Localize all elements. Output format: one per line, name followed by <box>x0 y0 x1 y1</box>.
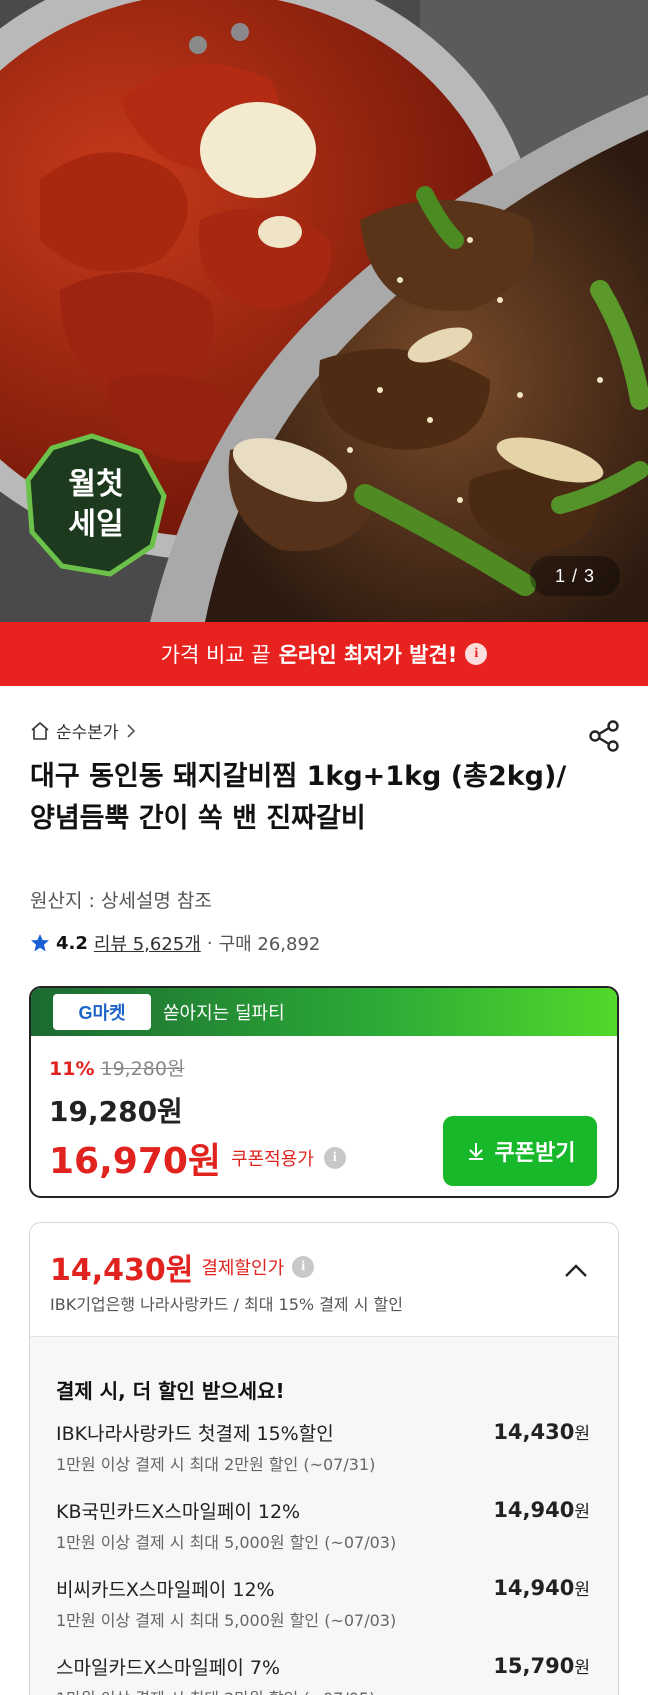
original-price: 19,280원 <box>100 1058 185 1080</box>
breadcrumb[interactable]: 순수본가 <box>30 718 137 743</box>
payment-card-info: IBK기업은행 나라사랑카드 / 최대 15% 결제 시 할인 <box>50 1295 403 1314</box>
home-icon <box>31 721 49 740</box>
payment-discount-price: 14,430원 <box>50 1253 194 1288</box>
offer-amount: 14,940원 <box>493 1575 590 1600</box>
payment-offer-list: 결제 시, 더 할인 받으세요! IBK나라사랑카드 첫결제 15%할인 1만원… <box>30 1337 618 1695</box>
gmarket-logo: G마켓 <box>53 994 151 1030</box>
payment-summary[interactable]: 14,430원 결제할인가 i IBK기업은행 나라사랑카드 / 최대 15% … <box>30 1223 618 1337</box>
payment-discount-card: 14,430원 결제할인가 i IBK기업은행 나라사랑카드 / 최대 15% … <box>29 1222 619 1695</box>
get-coupon-label: 쿠폰받기 <box>494 1140 576 1165</box>
star-icon <box>31 934 49 952</box>
offer-name: IBK나라사랑카드 첫결제 15%할인 <box>56 1423 334 1445</box>
discount-row: 11% 19,280원 <box>49 1054 184 1081</box>
payment-offer-item[interactable]: 비씨카드X스마일페이 12% 1만원 이상 결제 시 최대 5,000원 할인 … <box>56 1575 590 1645</box>
discount-rate: 11% <box>49 1058 95 1080</box>
offer-amount-value: 14,940 <box>493 1498 575 1522</box>
product-photo: 월첫 세일 <box>0 0 648 622</box>
sale-badge-line2: 세일 <box>68 507 123 542</box>
offer-amount: 14,430원 <box>493 1419 590 1444</box>
coupon-price-row: 16,970원 쿠폰적용가 i <box>49 1132 346 1184</box>
offer-amount-unit: 원 <box>574 1580 590 1600</box>
payment-offer-item[interactable]: KB국민카드X스마일페이 12% 1만원 이상 결제 시 최대 5,000원 할… <box>56 1497 590 1567</box>
offer-amount: 14,940원 <box>493 1497 590 1522</box>
deal-body: 11% 19,280원 19,280원 16,970원 쿠폰적용가 i 쿠폰받기 <box>31 1036 617 1196</box>
review-count-link[interactable]: 리뷰 5,625개 <box>94 930 201 956</box>
offer-name: KB국민카드X스마일페이 12% <box>56 1501 301 1523</box>
chevron-right-icon <box>126 723 135 738</box>
payment-discount-label: 결제할인가 <box>201 1258 285 1279</box>
payment-price-row: 14,430원 결제할인가 i <box>50 1245 315 1289</box>
info-icon[interactable]: i <box>465 643 488 665</box>
download-icon <box>468 1143 483 1160</box>
chevron-up-icon[interactable] <box>558 1253 594 1289</box>
product-image-carousel[interactable]: 월첫 세일 1 / 3 <box>0 0 648 622</box>
breadcrumb-store: 순수본가 <box>56 723 119 743</box>
payment-offer-title: 결제 시, 더 할인 받으세요! <box>56 1379 285 1403</box>
offer-condition: 1만원 이상 결제 시 최대 2만원 할인 (~07/31) <box>56 1455 376 1474</box>
banner-text: 가격 비교 끝 <box>160 643 271 667</box>
offer-name: 비씨카드X스마일페이 12% <box>56 1579 275 1601</box>
offer-amount-value: 15,790 <box>493 1654 575 1678</box>
offer-condition: 1만원 이상 결제 시 최대 2만원 할인 (~07/05) <box>56 1685 375 1695</box>
deal-header: G마켓 쏟아지는 딜파티 <box>31 988 617 1036</box>
image-page-indicator: 1 / 3 <box>530 556 620 596</box>
purchase-count: 구매 26,892 <box>218 934 321 955</box>
coupon-price: 16,970원 <box>49 1141 222 1182</box>
rating-row: 4.2 리뷰 5,625개 · 구매 26,892 <box>30 930 320 956</box>
offer-amount-unit: 원 <box>574 1502 590 1522</box>
payment-offer-item[interactable]: IBK나라사랑카드 첫결제 15%할인 1만원 이상 결제 시 최대 2만원 할… <box>56 1419 590 1489</box>
lowest-price-banner[interactable]: 가격 비교 끝 온라인 최저가 발견! i <box>0 622 648 686</box>
get-coupon-button[interactable]: 쿠폰받기 <box>443 1116 597 1186</box>
offer-amount-unit: 원 <box>574 1424 590 1444</box>
sale-badge: 월첫 세일 <box>25 433 167 577</box>
product-origin: 원산지 : 상세설명 참조 <box>30 890 212 912</box>
deal-header-title: 쏟아지는 딜파티 <box>163 1003 285 1024</box>
coupon-price-label: 쿠폰적용가 <box>231 1149 314 1170</box>
offer-amount: 15,790원 <box>493 1653 590 1678</box>
payment-offer-item[interactable]: 스마일카드X스마일페이 7% 1만원 이상 결제 시 최대 2만원 할인 (~0… <box>56 1653 590 1695</box>
product-title: 대구 동인동 돼지갈비찜 1kg+1kg (총2kg)/ 양념듬뿍 간이 쏙 밴… <box>30 761 567 834</box>
info-icon[interactable]: i <box>323 1147 346 1169</box>
banner-strong-text: 온라인 최저가 발견! <box>278 643 458 667</box>
offer-condition: 1만원 이상 결제 시 최대 5,000원 할인 (~07/03) <box>56 1533 397 1552</box>
rating-score: 4.2 <box>56 932 88 954</box>
separator-dot: · <box>206 932 213 954</box>
offer-amount-unit: 원 <box>574 1658 590 1678</box>
sale-price: 19,280원 <box>49 1095 183 1128</box>
offer-amount-value: 14,430 <box>493 1420 575 1444</box>
sale-badge-line1: 월첫 <box>68 467 123 502</box>
offer-amount-value: 14,940 <box>493 1576 575 1600</box>
deal-party-card: G마켓 쏟아지는 딜파티 11% 19,280원 19,280원 16,970원… <box>29 986 619 1198</box>
info-icon[interactable]: i <box>292 1256 315 1278</box>
offer-condition: 1만원 이상 결제 시 최대 5,000원 할인 (~07/03) <box>56 1611 397 1630</box>
share-icon[interactable] <box>586 718 622 754</box>
offer-name: 스마일카드X스마일페이 7% <box>56 1657 280 1679</box>
